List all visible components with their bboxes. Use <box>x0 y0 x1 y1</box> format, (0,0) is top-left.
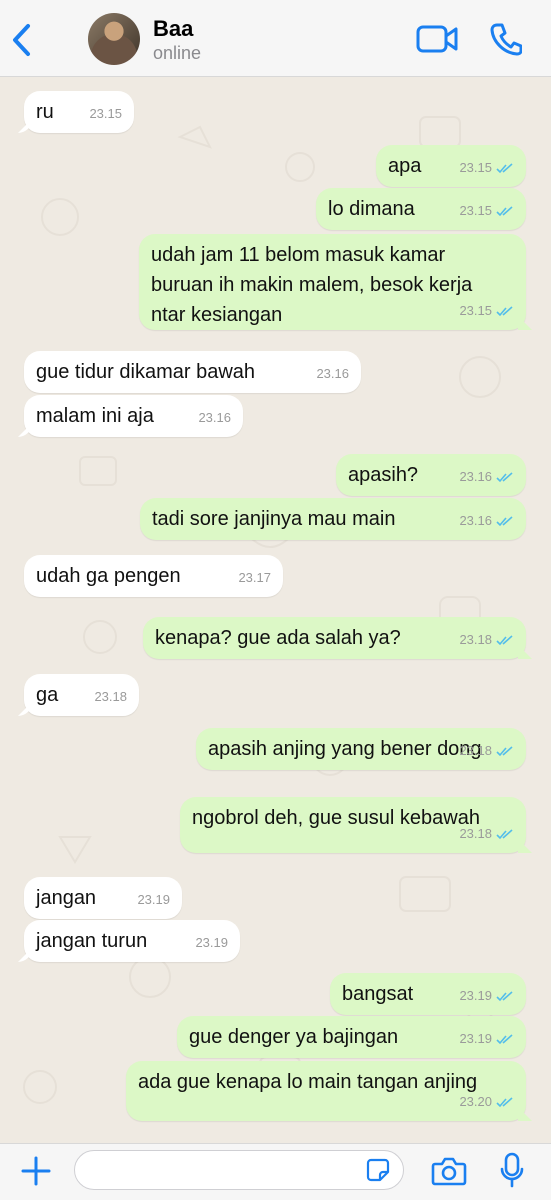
read-ticks-icon <box>496 745 513 756</box>
message-meta: 23.18 <box>94 682 127 712</box>
message-time: 23.17 <box>238 570 271 585</box>
message-meta: 23.15 <box>459 196 514 226</box>
message-time: 23.15 <box>459 160 492 175</box>
voice-call-button[interactable] <box>490 22 523 56</box>
message-meta: 23.19 <box>195 928 228 958</box>
message-time: 23.16 <box>316 366 349 381</box>
message-time: 23.16 <box>459 513 492 528</box>
read-ticks-icon <box>496 515 513 526</box>
message-time: 23.15 <box>89 106 122 121</box>
message-time: 23.20 <box>459 1094 492 1109</box>
message-time: 23.19 <box>459 988 492 1003</box>
outgoing-message[interactable]: apasih anjing yang bener dong 23.18 <box>196 728 526 770</box>
read-ticks-icon <box>496 205 513 216</box>
message-meta: 23.15 <box>459 296 514 326</box>
message-time: 23.16 <box>459 469 492 484</box>
outgoing-message[interactable]: udah jam 11 belom masuk kamar buruan ih … <box>139 234 526 330</box>
outgoing-message[interactable]: ada gue kenapa lo main tangan anjing 23.2… <box>126 1061 526 1121</box>
message-time: 23.16 <box>198 410 231 425</box>
read-ticks-icon <box>496 471 513 482</box>
message-meta: 23.19 <box>459 1024 514 1054</box>
contact-status: online <box>153 43 202 63</box>
chevron-left-icon <box>13 24 30 56</box>
message-meta: 23.16 <box>198 403 231 433</box>
message-meta: 23.18 <box>459 819 514 849</box>
message-text: ada gue kenapa lo main tangan anjing <box>138 1071 478 1093</box>
outgoing-message[interactable]: gue denger ya bajingan 23.19 <box>177 1016 526 1058</box>
chat-screen: Baa online ru 23.15 apa 23.15 lo dimana … <box>0 0 551 1200</box>
read-ticks-icon <box>496 162 513 173</box>
contact-name[interactable]: Baa <box>153 16 193 42</box>
sticker-icon <box>366 1158 390 1182</box>
outgoing-message[interactable]: kenapa? gue ada salah ya? 23.18 <box>143 617 526 659</box>
incoming-message[interactable]: jangan turun 23.19 <box>24 920 240 962</box>
outgoing-message[interactable]: ngobrol deh, gue susul kebawah 23.18 <box>180 797 526 853</box>
message-meta: 23.15 <box>459 153 514 183</box>
read-ticks-icon <box>496 990 513 1001</box>
message-meta: 23.17 <box>238 563 271 593</box>
read-ticks-icon <box>496 828 513 839</box>
message-meta: 23.18 <box>459 736 514 766</box>
outgoing-message[interactable]: bangsat 23.19 <box>330 973 526 1015</box>
message-list[interactable]: ru 23.15 apa 23.15 lo dimana 23.15 udah jam 11… <box>0 77 551 1143</box>
incoming-message[interactable]: udah ga pengen 23.17 <box>24 555 283 597</box>
avatar[interactable] <box>88 13 140 65</box>
message-time: 23.19 <box>137 892 170 907</box>
message-time: 23.18 <box>459 826 492 841</box>
outgoing-message[interactable]: apa 23.15 <box>376 145 526 187</box>
microphone-icon <box>500 1152 524 1188</box>
outgoing-message[interactable]: apasih? 23.16 <box>336 454 526 496</box>
incoming-message[interactable]: malam ini aja 23.16 <box>24 395 243 437</box>
incoming-message[interactable]: ga 23.18 <box>24 674 139 716</box>
message-meta: 23.16 <box>316 359 349 389</box>
composer-bar <box>0 1143 551 1200</box>
message-meta: 23.16 <box>459 462 514 492</box>
attach-button[interactable] <box>20 1155 52 1187</box>
message-meta: 23.20 <box>459 1087 514 1117</box>
incoming-message[interactable]: gue tidur dikamar bawah 23.16 <box>24 351 361 393</box>
read-ticks-icon <box>496 1096 513 1107</box>
message-time: 23.15 <box>459 303 492 318</box>
camera-button[interactable] <box>431 1156 467 1186</box>
phone-icon <box>490 23 523 56</box>
message-meta: 23.19 <box>137 885 170 915</box>
message-time: 23.19 <box>195 935 228 950</box>
sticker-button[interactable] <box>366 1158 390 1182</box>
message-time: 23.19 <box>459 1031 492 1046</box>
incoming-message[interactable]: jangan 23.19 <box>24 877 182 919</box>
message-text: gue tidur dikamar bawah <box>36 361 256 383</box>
read-ticks-icon <box>496 1033 513 1044</box>
read-ticks-icon <box>496 305 513 316</box>
plus-icon <box>21 1156 51 1186</box>
message-meta: 23.19 <box>459 981 514 1011</box>
message-input[interactable] <box>74 1150 404 1190</box>
back-button[interactable] <box>8 22 38 58</box>
outgoing-message[interactable]: lo dimana 23.15 <box>316 188 526 230</box>
message-meta: 23.16 <box>459 506 514 536</box>
message-time: 23.18 <box>94 689 127 704</box>
camera-icon <box>431 1157 467 1186</box>
message-meta: 23.18 <box>459 625 514 655</box>
read-ticks-icon <box>496 634 513 645</box>
message-time: 23.15 <box>459 203 492 218</box>
video-call-button[interactable] <box>416 24 458 54</box>
message-meta: 23.15 <box>89 99 122 129</box>
message-time: 23.18 <box>459 632 492 647</box>
outgoing-message[interactable]: tadi sore janjinya mau main 23.16 <box>140 498 526 540</box>
chat-header: Baa online <box>0 0 551 77</box>
incoming-message[interactable]: ru 23.15 <box>24 91 134 133</box>
message-time: 23.18 <box>459 743 492 758</box>
video-camera-icon <box>416 25 458 53</box>
microphone-button[interactable] <box>500 1152 524 1188</box>
message-text: udah ga pengen <box>36 565 181 587</box>
